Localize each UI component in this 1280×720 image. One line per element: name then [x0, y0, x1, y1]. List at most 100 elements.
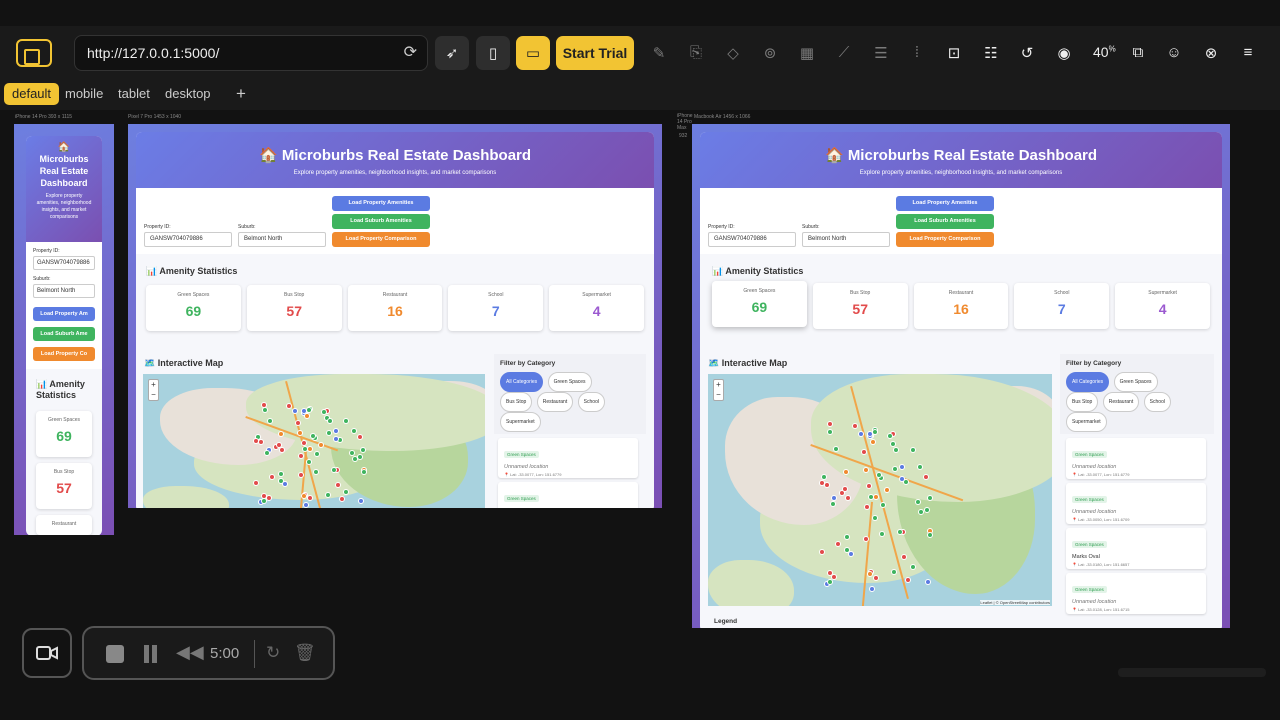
pause-icon[interactable] [144, 645, 149, 663]
restart-icon[interactable]: ↻ [266, 643, 280, 663]
filter-restaurant[interactable]: Restaurant [536, 392, 574, 412]
map-marker[interactable] [261, 407, 268, 414]
map-marker[interactable] [297, 471, 304, 478]
map-marker[interactable] [267, 417, 274, 424]
map-marker[interactable] [324, 491, 331, 498]
map-marker[interactable] [886, 432, 893, 439]
map-marker[interactable] [349, 449, 356, 456]
map-marker[interactable] [892, 446, 899, 453]
map-marker[interactable] [326, 417, 333, 424]
camera-icon[interactable]: ◉ [1054, 44, 1074, 62]
map-marker[interactable] [300, 408, 307, 415]
map-marker[interactable] [307, 495, 314, 502]
load-comparison-button[interactable]: Load Property Comparison [896, 232, 994, 247]
map-marker[interactable] [847, 550, 854, 557]
map-marker[interactable] [909, 564, 916, 571]
layers-icon[interactable]: ⊚ [760, 44, 780, 62]
map-marker[interactable] [867, 493, 874, 500]
place-card[interactable]: Green Spaces Unnamed location 📍 Lat: -33… [1066, 573, 1206, 614]
property-id-input[interactable]: GANSW704079886 [144, 232, 232, 247]
cube-icon[interactable]: ◇ [723, 44, 743, 62]
suburb-input[interactable]: Belmont North [238, 232, 326, 247]
place-card[interactable]: Green Spaces [498, 482, 638, 508]
rotate-icon[interactable]: ↺ [1017, 44, 1037, 62]
map-marker[interactable] [295, 419, 301, 426]
map-marker[interactable] [844, 494, 851, 501]
map-marker[interactable] [265, 494, 272, 501]
tab-default[interactable]: default [4, 83, 60, 105]
add-tab-icon[interactable]: + [228, 83, 254, 105]
map-marker[interactable] [313, 468, 320, 475]
mobile-load-property-button[interactable]: Load Property Am [33, 307, 95, 321]
stop-icon[interactable] [106, 645, 124, 663]
trash-icon[interactable]: 🗑 [294, 643, 316, 663]
app-logo-icon[interactable] [16, 39, 52, 67]
map-marker[interactable] [868, 585, 875, 592]
discord-icon[interactable]: ☺ [1164, 44, 1184, 61]
map-marker[interactable] [275, 441, 282, 448]
scrollbar[interactable] [1118, 668, 1266, 677]
spacing-icon[interactable]: ☰ [871, 44, 891, 62]
map-marker[interactable] [325, 429, 332, 436]
filter-all[interactable]: All Categories [500, 372, 544, 392]
map-marker[interactable] [305, 406, 312, 413]
map-marker[interactable] [830, 500, 837, 507]
mobile-property-id-input[interactable]: GANSW704079886 [33, 256, 95, 270]
mobile-suburb-input[interactable]: Belmont North [33, 284, 95, 298]
code-file-icon[interactable]: ⎘ [686, 44, 706, 61]
map-marker[interactable] [333, 435, 340, 442]
suburb-input[interactable]: Belmont North [802, 232, 890, 247]
map-marker[interactable] [835, 540, 842, 547]
mobile-load-suburb-button[interactable]: Load Suburb Ame [33, 327, 95, 341]
map-zoom-control[interactable]: + − [148, 379, 159, 401]
map-marker[interactable] [358, 497, 365, 504]
map-marker[interactable] [890, 568, 897, 575]
load-property-button[interactable]: Load Property Amenities [896, 196, 994, 211]
interactive-map[interactable]: + − [143, 374, 485, 508]
zoom-out-button[interactable]: − [714, 390, 723, 400]
filter-green[interactable]: Green Spaces [547, 372, 592, 392]
screenshot-area-icon[interactable]: ⊡ [944, 44, 964, 62]
zoom-out-button[interactable]: − [149, 390, 158, 400]
close-circle-icon[interactable]: ⊗ [1201, 44, 1221, 62]
property-id-input[interactable]: GANSW704079886 [708, 232, 796, 247]
url-bar[interactable]: http://127.0.0.1:5000/ ⟳ [74, 35, 428, 71]
map-marker[interactable] [302, 501, 309, 508]
map-marker[interactable] [866, 430, 873, 437]
map-marker[interactable] [841, 485, 848, 492]
place-card[interactable]: Green Spaces Marks Oval 📍 Lat: -33.0180,… [1066, 528, 1206, 569]
map-marker[interactable] [823, 481, 830, 488]
load-property-button[interactable]: Load Property Amenities [332, 196, 430, 211]
menu-icon[interactable]: ≡ [1238, 44, 1258, 61]
dots-grid-icon[interactable]: ⁞ [907, 44, 927, 61]
filter-supermarket[interactable]: Supermarket [1066, 412, 1107, 432]
grid-icon[interactable]: ▦ [797, 44, 817, 62]
zoom-level[interactable]: 40% [1093, 44, 1116, 60]
interactive-map[interactable]: + − Leaflet | © OpenStreetMap contributor… [708, 374, 1052, 606]
map-marker[interactable] [926, 495, 933, 502]
map-marker[interactable] [282, 480, 289, 487]
tab-mobile[interactable]: mobile [57, 83, 111, 105]
stack-icon[interactable]: ☷ [981, 44, 1001, 62]
start-trial-button[interactable]: Start Trial [556, 36, 634, 70]
url-text[interactable]: http://127.0.0.1:5000/ [87, 45, 219, 61]
tab-desktop[interactable]: desktop [157, 83, 219, 105]
pen-icon[interactable]: ✎ [649, 44, 669, 62]
map-marker[interactable] [904, 576, 911, 583]
filter-restaurant[interactable]: Restaurant [1102, 392, 1140, 412]
map-marker[interactable] [923, 507, 930, 513]
map-marker[interactable] [301, 492, 308, 499]
place-card[interactable]: Green Spaces Unnamed location 📍 Lat: -33… [498, 438, 638, 478]
zoom-in-button[interactable]: + [714, 380, 723, 390]
place-card[interactable]: Green Spaces Unnamed location 📍 Lat: -33… [1066, 438, 1206, 479]
map-marker[interactable] [851, 422, 858, 429]
map-marker[interactable] [297, 452, 304, 459]
map-marker[interactable] [916, 463, 923, 470]
filter-bus[interactable]: Bus Stop [1066, 392, 1099, 412]
place-card[interactable]: Green Spaces Unnamed location 📍 Lat: -33… [1066, 483, 1206, 524]
filter-supermarket[interactable]: Supermarket [500, 412, 541, 432]
map-marker[interactable] [279, 446, 286, 453]
map-zoom-control[interactable]: + − [713, 379, 724, 401]
map-marker[interactable] [863, 504, 870, 511]
zoom-in-button[interactable]: + [149, 380, 158, 390]
